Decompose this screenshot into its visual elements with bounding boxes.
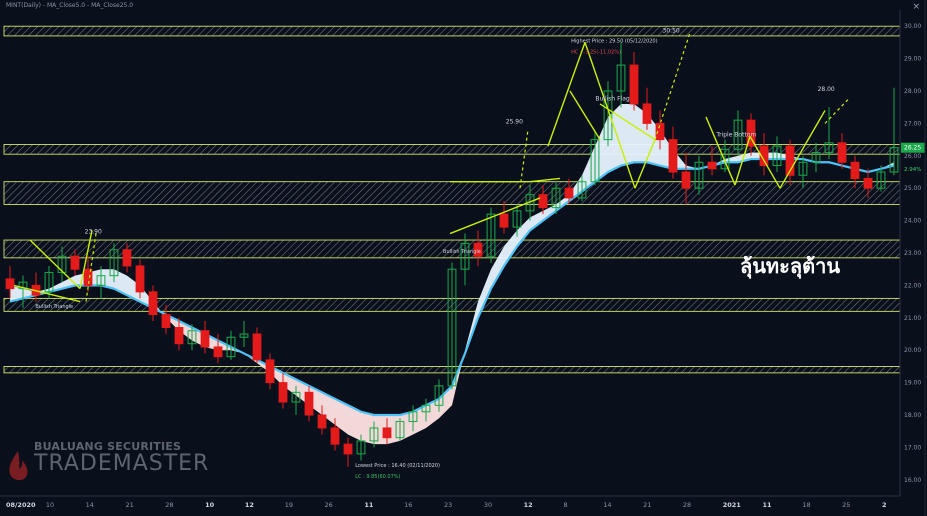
candle-body <box>564 187 574 199</box>
candle-body <box>330 427 340 445</box>
logo-product-name: TRADEMASTER <box>34 451 210 476</box>
candle-body <box>382 427 392 439</box>
y-tick-label: 26.00 <box>904 153 921 160</box>
y-tick-label: 28.00 <box>904 88 921 95</box>
candle-body <box>213 346 223 358</box>
candle-body <box>668 139 678 173</box>
x-tick-label: 28 <box>165 501 173 509</box>
y-tick-label: 18.00 <box>904 412 921 419</box>
x-tick-label: 10 <box>46 501 54 509</box>
candle-body <box>343 443 353 455</box>
x-tick-label: 12 <box>524 501 533 509</box>
y-tick-label: 27.00 <box>904 120 921 127</box>
x-tick-label: 2 <box>882 501 887 509</box>
resistance-zone <box>3 181 901 205</box>
x-tick-label: 2021 <box>723 501 742 509</box>
ma-cloud-segment <box>621 103 634 166</box>
x-tick-label: 14 <box>86 501 94 509</box>
candle-body <box>499 213 509 228</box>
x-tick-label: 21 <box>643 501 651 509</box>
x-tick-label: 08/2020 <box>6 501 36 509</box>
x-tick-label: 25 <box>842 501 850 509</box>
x-tick-label: 10 <box>205 501 215 509</box>
y-tick-label: 29.00 <box>904 56 921 63</box>
candle-body <box>174 327 184 345</box>
chart-annotation: 25.90 <box>506 118 523 125</box>
candle-body <box>707 161 717 170</box>
candle-body <box>642 103 652 124</box>
chart-annotation: 30.50 <box>663 28 680 35</box>
last-price-label: 26.25 <box>904 145 921 152</box>
chart-annotation: Bullish Flag <box>595 96 630 103</box>
chart-annotation: 28.00 <box>818 86 835 93</box>
candle-body <box>200 330 210 348</box>
last-change-label: 2.94% <box>904 167 921 173</box>
candle-body <box>70 255 80 270</box>
x-tick-label: 8 <box>563 501 567 509</box>
candle-body <box>135 265 145 293</box>
chart-annotation: Triple Bottom <box>715 131 756 138</box>
chart-title: MINT(Daily) - MA_Close5.0 - MA_Close25.0 <box>6 2 134 9</box>
candle-body <box>850 161 860 179</box>
candle-body <box>629 64 639 105</box>
x-tick-label: 26 <box>325 501 333 509</box>
overlay-caption: ลุ้นทะลุต้าน <box>740 254 840 278</box>
x-tick-label: 14 <box>603 501 611 509</box>
chart-annotation: HC : -3.25(-11.02%) <box>571 50 621 56</box>
candle-body <box>304 391 314 416</box>
x-tick-label: 21 <box>125 501 133 509</box>
candle-body <box>317 414 327 429</box>
resistance-zone <box>3 25 901 37</box>
x-tick-label: 30 <box>484 501 492 509</box>
chart-annotation: LC : 9.85(60.07%) <box>355 474 400 480</box>
candle-body <box>122 249 132 267</box>
x-tick-label: 11 <box>763 501 773 509</box>
candle-body <box>161 314 171 329</box>
broker-logo: BUALUANG SECURITIES TRADEMASTER <box>8 440 210 481</box>
x-tick-label: 28 <box>683 501 691 509</box>
y-tick-label: 25.00 <box>904 185 921 192</box>
y-tick-label: 22.00 <box>904 282 921 289</box>
x-tick-label: 18 <box>802 501 810 509</box>
y-tick-label: 24.00 <box>904 218 921 225</box>
chart-annotation: Highest Price : 29.50 (05/12/2020) <box>571 38 657 44</box>
x-axis-band <box>0 496 927 516</box>
flame-logo-icon <box>9 451 28 481</box>
candle-body <box>5 278 15 290</box>
y-tick-label: 16.00 <box>904 477 921 484</box>
x-tick-label: 16 <box>404 501 412 509</box>
candle-body <box>265 359 275 384</box>
candle-body <box>252 333 262 361</box>
y-tick-label: 30.00 <box>904 23 921 30</box>
y-tick-label: 23.00 <box>904 250 921 257</box>
chart-annotation: Bullish Triangle <box>35 304 73 310</box>
candle-body <box>278 382 288 403</box>
candle-body <box>681 171 691 189</box>
chart-annotation: Bullish Triangle <box>443 249 481 255</box>
candle-body <box>148 291 158 316</box>
x-tick-label: 19 <box>285 501 293 509</box>
y-tick-label: 20.00 <box>904 347 921 354</box>
candle-body <box>837 142 847 163</box>
candle-body <box>538 194 548 209</box>
y-tick-label: 17.00 <box>904 444 921 451</box>
x-tick-label: 12 <box>245 501 254 509</box>
chart-annotation: 23.90 <box>85 229 102 236</box>
candle-body <box>863 177 873 189</box>
chart-annotation: Lowest Price : 16.40 (02/11/2020) <box>355 463 440 469</box>
y-tick-label: 19.00 <box>904 380 921 387</box>
chart-window: Highest Price : 29.50 (05/12/2020) HC : -… <box>0 0 927 516</box>
x-tick-label: 11 <box>364 501 374 509</box>
close-icon[interactable]: × <box>912 2 920 12</box>
y-tick-label: 21.00 <box>904 315 921 322</box>
x-tick-label: 23 <box>444 501 452 509</box>
